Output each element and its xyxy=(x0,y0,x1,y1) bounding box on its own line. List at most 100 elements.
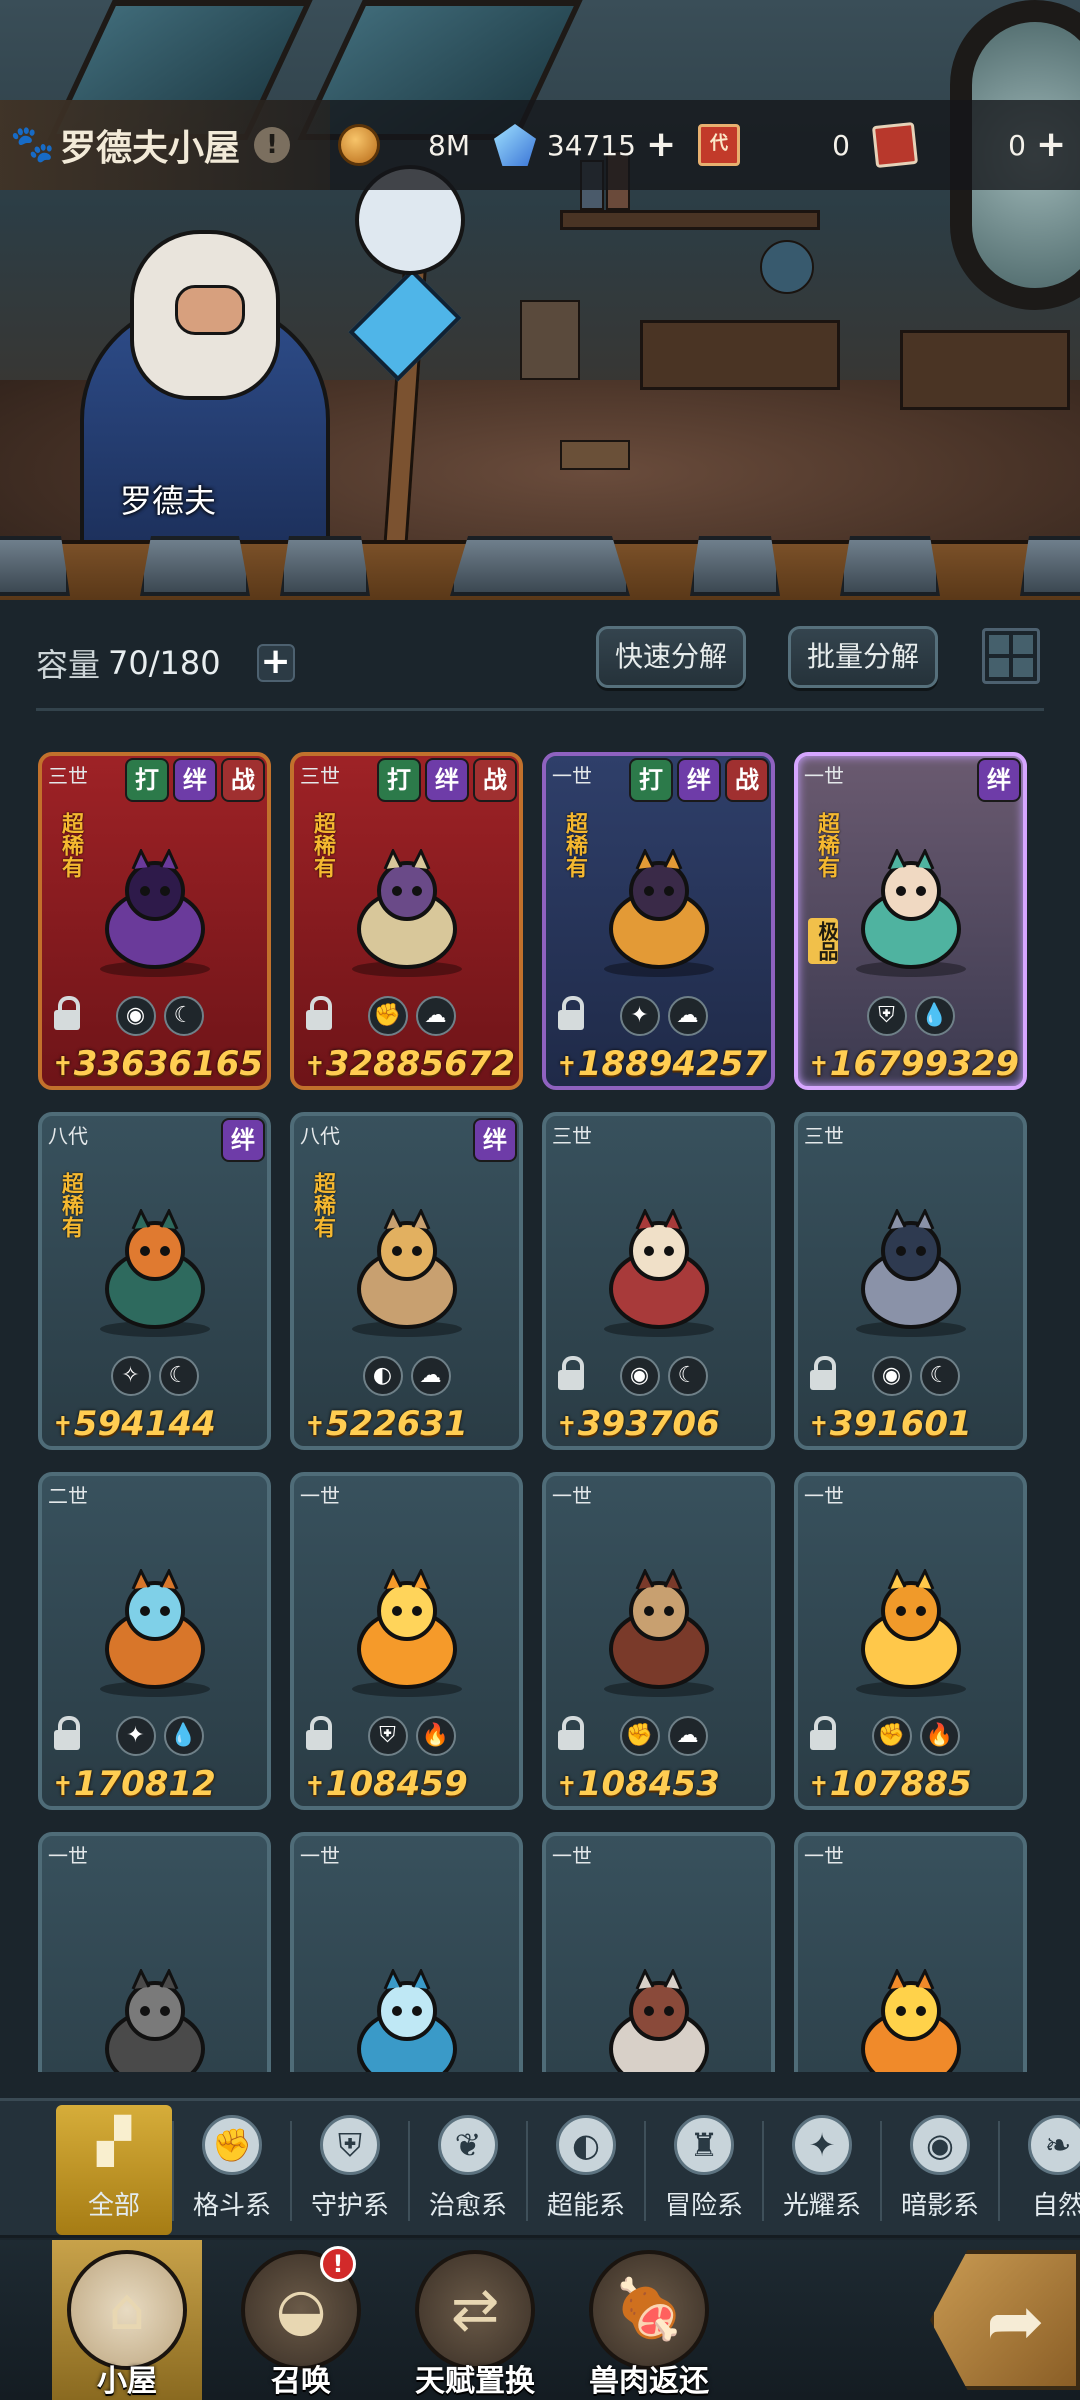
shield-icon: ⛨ xyxy=(320,2115,380,2175)
power-icon: ✝ xyxy=(808,1052,830,1082)
category-tab-leaf[interactable]: ❦ 治愈系 xyxy=(410,2105,526,2235)
power-number: 594144 xyxy=(73,1404,216,1444)
power-number: 522631 xyxy=(325,1404,468,1444)
creature-card[interactable]: 一世 xyxy=(794,1832,1027,2072)
add-crystal-button[interactable]: + xyxy=(646,127,676,163)
creature-card[interactable]: 一世 xyxy=(38,1832,271,2072)
rarity-label: 超稀有 xyxy=(562,812,587,878)
blue-crystal-icon xyxy=(494,124,536,166)
npc-name[interactable]: 罗德夫 xyxy=(120,476,216,522)
generation-label: 一世 xyxy=(552,1484,592,1508)
generation-label: 八代 xyxy=(48,1124,88,1148)
creature-card[interactable]: 八代 绊超稀有 ◐ ☁ ✝522631 xyxy=(290,1112,523,1450)
category-tab-eye[interactable]: ◉ 暗影系 xyxy=(882,2105,998,2235)
power-icon: ✝ xyxy=(556,1412,578,1442)
nav-label: 小屋 xyxy=(97,2364,157,2399)
jar-table xyxy=(900,330,1070,410)
info-icon[interactable]: ! xyxy=(254,127,291,163)
power-value: ✝170812 xyxy=(52,1764,216,1804)
category-label: 冒险系 xyxy=(664,2191,743,2221)
desk xyxy=(640,320,840,390)
globe xyxy=(760,240,814,294)
tag-badge: 战 xyxy=(725,758,769,802)
creature-art xyxy=(841,847,981,979)
card-tags: 绊 xyxy=(221,1118,265,1162)
element-icon: ✦ xyxy=(619,996,660,1036)
generation-label: 三世 xyxy=(552,1124,592,1148)
generation-label: 三世 xyxy=(48,764,88,788)
element-icons: ⛨ 💧 xyxy=(798,996,1023,1036)
nav-label: 兽肉返还 xyxy=(589,2364,709,2399)
scroll-value: 0 xyxy=(1008,128,1026,162)
creature-art xyxy=(337,1567,477,1699)
category-tab-star-cross[interactable]: ✦ 光耀系 xyxy=(764,2105,880,2235)
add-scroll-button[interactable]: + xyxy=(1036,127,1066,163)
card-tags: 绊 xyxy=(473,1118,517,1162)
power-value: ✝108453 xyxy=(556,1764,720,1804)
tab-separator xyxy=(526,2121,528,2221)
stone-block xyxy=(690,536,780,596)
creature-card[interactable]: 一世 xyxy=(290,1832,523,2072)
creature-card[interactable]: 一世 ✊ ☁ ✝108453 xyxy=(542,1472,775,1810)
power-number: 18894257 xyxy=(577,1044,768,1084)
stone-block xyxy=(840,536,940,596)
creature-card[interactable]: 三世 ◉ ☾ ✝393706 xyxy=(542,1112,775,1450)
category-tab-fist[interactable]: ✊ 格斗系 xyxy=(174,2105,290,2235)
element-icon: ☁ xyxy=(415,996,456,1036)
category-tab-shield[interactable]: ⛨ 守护系 xyxy=(292,2105,408,2235)
element-icon: ☾ xyxy=(158,1356,199,1396)
generation-label: 一世 xyxy=(804,764,844,788)
stone-block xyxy=(450,536,630,596)
grid-view-toggle[interactable] xyxy=(982,628,1040,684)
card-tags: 打绊战 xyxy=(629,758,769,802)
tag-badge: 绊 xyxy=(677,758,721,802)
power-number: 107885 xyxy=(829,1764,972,1804)
creature-card[interactable]: 三世 打绊战超稀有 ◉ ☾ ✝33636165 xyxy=(38,752,271,1090)
nav-meat[interactable]: 🍖 兽肉返还 xyxy=(574,2240,724,2400)
power-icon: ✝ xyxy=(304,1052,326,1082)
category-tab-alien[interactable]: ◐ 超能系 xyxy=(528,2105,644,2235)
creature-card[interactable]: 一世 打绊战超稀有 ✦ ☁ ✝18894257 xyxy=(542,752,775,1090)
bottom-nav: ⌂ 小屋 ◒ 召唤! ⇄ 天赋置换 🍖 兽肉返还 xyxy=(0,2240,1080,2400)
nav-swap-arrows[interactable]: ⇄ 天赋置换 xyxy=(400,2240,550,2400)
power-value: ✝16799329 xyxy=(808,1044,1019,1084)
creature-card[interactable]: 一世 ⛨ 🔥 ✝108459 xyxy=(290,1472,523,1810)
batch-decompose-button[interactable]: 批量分解 xyxy=(788,626,938,688)
expand-capacity-button[interactable]: + xyxy=(256,644,295,682)
element-icon: 🔥 xyxy=(415,1716,456,1756)
creature-card[interactable]: 三世 打绊战超稀有 ✊ ☁ ✝32885672 xyxy=(290,752,523,1090)
nav-house[interactable]: ⌂ 小屋 xyxy=(52,2240,202,2400)
element-icons: ✊ 🔥 xyxy=(798,1716,1023,1756)
generation-label: 一世 xyxy=(804,1844,844,1868)
creature-art xyxy=(589,1207,729,1339)
bookshelf xyxy=(560,210,820,230)
capacity-label: 容量 xyxy=(36,646,101,684)
category-tab-all-blocks[interactable]: ▞ 全部 xyxy=(56,2105,172,2235)
element-icon: ✧ xyxy=(110,1356,151,1396)
top-resource-bar: 🐾 罗德夫小屋 ! 8M 34715 + 代 0 0 + xyxy=(0,100,1080,190)
creature-card[interactable]: 一世 ✊ 🔥 ✝107885 xyxy=(794,1472,1027,1810)
creature-art xyxy=(85,1207,225,1339)
power-value: ✝18894257 xyxy=(556,1044,767,1084)
creature-card[interactable]: 三世 ◉ ☾ ✝391601 xyxy=(794,1112,1027,1450)
creature-card[interactable]: 一世 绊超稀有 极品 ⛨ 💧 ✝16799329 xyxy=(794,752,1027,1090)
element-icon: ⛨ xyxy=(367,1716,408,1756)
power-number: 391601 xyxy=(829,1404,972,1444)
element-icon: ☁ xyxy=(667,1716,708,1756)
creature-card[interactable]: 二世 ✦ 💧 ✝170812 xyxy=(38,1472,271,1810)
tab-separator xyxy=(998,2121,1000,2221)
element-icon: ⛨ xyxy=(866,996,907,1036)
creature-art xyxy=(337,1207,477,1339)
element-icon: 💧 xyxy=(163,1716,204,1756)
category-label: 暗影系 xyxy=(900,2191,979,2221)
creature-card[interactable]: 八代 绊超稀有 ✧ ☾ ✝594144 xyxy=(38,1112,271,1450)
power-number: 393706 xyxy=(577,1404,720,1444)
category-tab-lantern[interactable]: ♜ 冒险系 xyxy=(646,2105,762,2235)
quick-decompose-button[interactable]: 快速分解 xyxy=(596,626,746,688)
category-tab-nature[interactable]: ❧ 自然 xyxy=(1000,2105,1080,2235)
power-value: ✝107885 xyxy=(808,1764,972,1804)
generation-label: 一世 xyxy=(48,1844,88,1868)
nav-egg[interactable]: ◒ 召唤! xyxy=(226,2240,376,2400)
creature-card[interactable]: 一世 xyxy=(542,1832,775,2072)
lantern-icon: ♜ xyxy=(674,2115,734,2175)
